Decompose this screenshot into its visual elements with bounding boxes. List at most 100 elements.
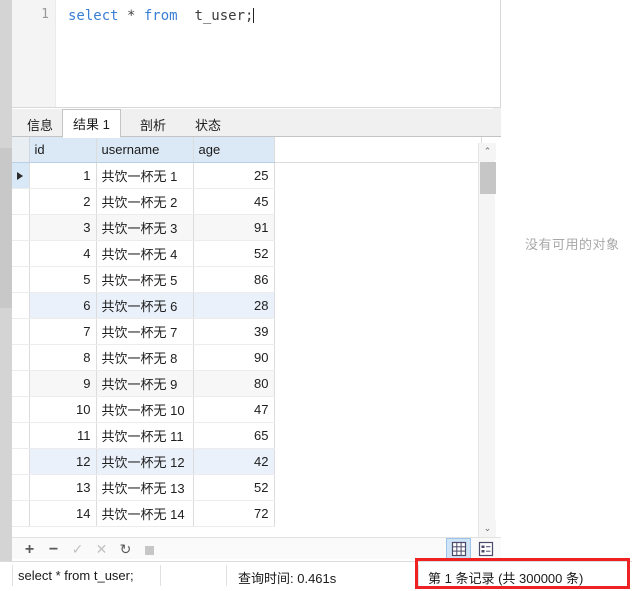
cell-filler [274, 344, 482, 371]
scroll-down-icon[interactable]: ⌄ [479, 520, 496, 537]
result-grid[interactable]: id username age 1 共饮一杯无 1 25 2 共饮一杯无 2 45 3 共饮一… [12, 137, 482, 527]
grid-body[interactable]: 1 共饮一杯无 1 25 2 共饮一杯无 2 45 3 共饮一杯无 3 91 4 共饮一杯无 4 52… [12, 162, 482, 527]
cell-age[interactable]: 25 [193, 162, 275, 189]
cell-filler [274, 266, 482, 293]
cell-id[interactable]: 4 [29, 240, 97, 267]
stop-icon[interactable] [140, 540, 159, 559]
row-selector-cell[interactable] [12, 188, 30, 215]
cell-id[interactable]: 9 [29, 370, 97, 397]
row-selector-cell[interactable] [12, 240, 30, 267]
cell-username[interactable]: 共饮一杯无 13 [96, 474, 194, 501]
row-selector-cell[interactable] [12, 266, 30, 293]
cell-username[interactable]: 共饮一杯无 3 [96, 214, 194, 241]
cell-id[interactable]: 2 [29, 188, 97, 215]
cell-id[interactable]: 11 [29, 422, 97, 449]
add-record-icon[interactable]: + [20, 540, 39, 559]
row-selector-cell[interactable] [12, 214, 30, 241]
apply-changes-icon[interactable]: ✓ [68, 540, 87, 559]
cell-username[interactable]: 共饮一杯无 6 [96, 292, 194, 319]
cell-id[interactable]: 5 [29, 266, 97, 293]
tab-info[interactable]: 信息 [16, 112, 65, 137]
cell-age[interactable]: 28 [193, 292, 275, 319]
left-edge-scroll-thumb[interactable] [0, 148, 12, 308]
status-record-info: 第 1 条记录 (共 300000 条) [428, 571, 584, 586]
cell-username[interactable]: 共饮一杯无 7 [96, 318, 194, 345]
table-row[interactable]: 1 共饮一杯无 1 25 [12, 162, 482, 189]
cell-username[interactable]: 共饮一杯无 9 [96, 370, 194, 397]
table-row[interactable]: 8 共饮一杯无 8 90 [12, 344, 482, 371]
cancel-changes-icon[interactable]: ✕ [92, 540, 111, 559]
cell-id[interactable]: 1 [29, 162, 97, 189]
table-row[interactable]: 10 共饮一杯无 10 47 [12, 396, 482, 423]
cell-age[interactable]: 91 [193, 214, 275, 241]
delete-record-icon[interactable]: − [44, 540, 63, 559]
grid-view-button[interactable] [446, 538, 471, 560]
refresh-icon[interactable]: ↻ [116, 540, 135, 559]
row-selector-cell[interactable] [12, 474, 30, 501]
scroll-up-icon[interactable]: ⌃ [479, 143, 496, 160]
cell-username[interactable]: 共饮一杯无 5 [96, 266, 194, 293]
table-row[interactable]: 11 共饮一杯无 11 65 [12, 422, 482, 449]
grid-vertical-scrollbar[interactable]: ⌃ ⌄ [478, 143, 496, 537]
table-row[interactable]: 7 共饮一杯无 7 39 [12, 318, 482, 345]
cell-age[interactable]: 42 [193, 448, 275, 475]
grid-view-icon [451, 541, 466, 557]
cell-id[interactable]: 10 [29, 396, 97, 423]
table-row[interactable]: 6 共饮一杯无 6 28 [12, 292, 482, 319]
cell-age[interactable]: 52 [193, 474, 275, 501]
cell-username[interactable]: 共饮一杯无 8 [96, 344, 194, 371]
cell-username[interactable]: 共饮一杯无 11 [96, 422, 194, 449]
row-selector-cell[interactable] [12, 422, 30, 449]
grid-header-age[interactable]: age [193, 137, 275, 163]
cell-age[interactable]: 52 [193, 240, 275, 267]
cell-age[interactable]: 47 [193, 396, 275, 423]
cell-age[interactable]: 80 [193, 370, 275, 397]
cell-age[interactable]: 65 [193, 422, 275, 449]
table-row[interactable]: 5 共饮一杯无 5 86 [12, 266, 482, 293]
cell-id[interactable]: 8 [29, 344, 97, 371]
sql-star-operator: * [118, 8, 144, 24]
table-row[interactable]: 14 共饮一杯无 14 72 [12, 500, 482, 527]
cell-id[interactable]: 3 [29, 214, 97, 241]
scrollbar-thumb[interactable] [480, 162, 496, 194]
cell-id[interactable]: 12 [29, 448, 97, 475]
grid-header-id[interactable]: id [29, 137, 97, 163]
cell-age[interactable]: 86 [193, 266, 275, 293]
table-row[interactable]: 9 共饮一杯无 9 80 [12, 370, 482, 397]
row-selector-cell[interactable] [12, 448, 30, 475]
editor-code-line[interactable]: select * from t_user; [68, 7, 255, 25]
cell-age[interactable]: 45 [193, 188, 275, 215]
table-row[interactable]: 13 共饮一杯无 13 52 [12, 474, 482, 501]
cell-age[interactable]: 72 [193, 500, 275, 527]
tab-profile[interactable]: 剖析 [129, 112, 178, 137]
cell-username[interactable]: 共饮一杯无 2 [96, 188, 194, 215]
cell-id[interactable]: 14 [29, 500, 97, 527]
cell-id[interactable]: 13 [29, 474, 97, 501]
cell-age[interactable]: 39 [193, 318, 275, 345]
tab-result[interactable]: 结果 1 [62, 109, 121, 138]
grid-header-username[interactable]: username [96, 137, 194, 163]
row-selector-cell[interactable] [12, 396, 30, 423]
result-grid-container[interactable]: id username age 1 共饮一杯无 1 25 2 共饮一杯无 2 45 3 共饮一… [12, 137, 501, 537]
cell-id[interactable]: 6 [29, 292, 97, 319]
table-row[interactable]: 12 共饮一杯无 12 42 [12, 448, 482, 475]
row-selector-cell[interactable] [12, 318, 30, 345]
cell-username[interactable]: 共饮一杯无 14 [96, 500, 194, 527]
row-selector-cell[interactable] [12, 500, 30, 527]
cell-username[interactable]: 共饮一杯无 10 [96, 396, 194, 423]
table-row[interactable]: 2 共饮一杯无 2 45 [12, 188, 482, 215]
sql-editor[interactable]: 1 select * from t_user; [12, 0, 501, 108]
cell-id[interactable]: 7 [29, 318, 97, 345]
cell-username[interactable]: 共饮一杯无 4 [96, 240, 194, 267]
row-selector-cell[interactable] [12, 344, 30, 371]
form-view-button[interactable] [473, 538, 498, 560]
row-selector-cell[interactable] [12, 162, 30, 189]
table-row[interactable]: 4 共饮一杯无 4 52 [12, 240, 482, 267]
row-selector-cell[interactable] [12, 292, 30, 319]
cell-age[interactable]: 90 [193, 344, 275, 371]
tab-status[interactable]: 状态 [184, 112, 233, 137]
cell-username[interactable]: 共饮一杯无 1 [96, 162, 194, 189]
cell-username[interactable]: 共饮一杯无 12 [96, 448, 194, 475]
table-row[interactable]: 3 共饮一杯无 3 91 [12, 214, 482, 241]
row-selector-cell[interactable] [12, 370, 30, 397]
